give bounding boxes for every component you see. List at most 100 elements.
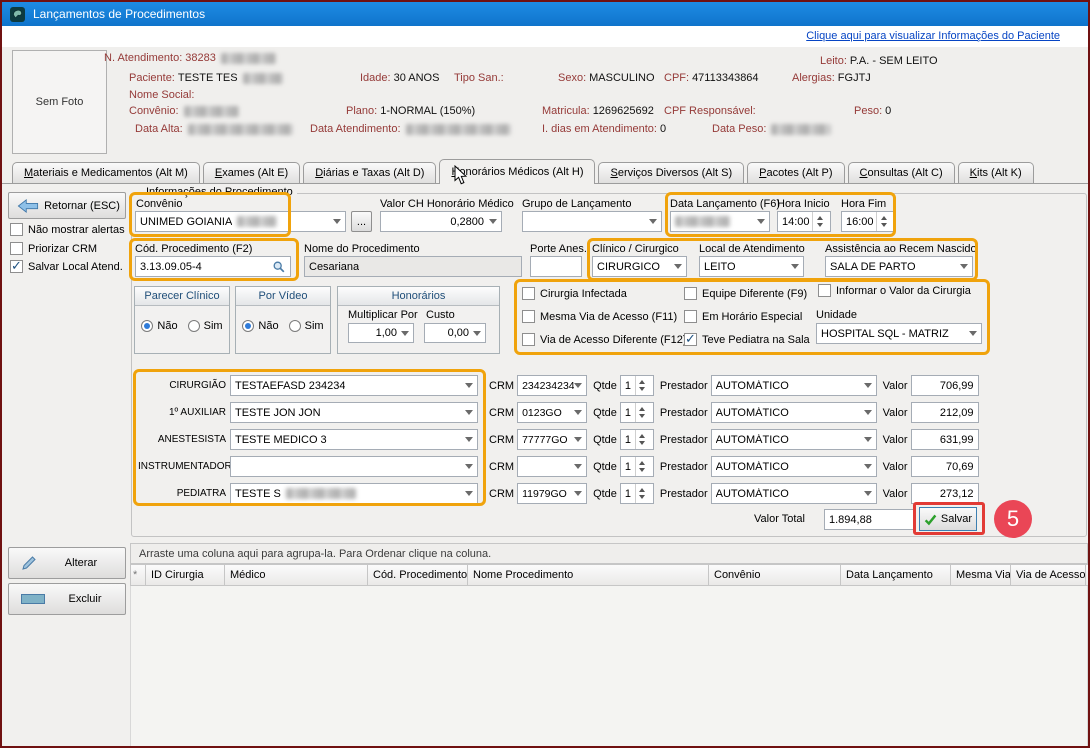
grid-col-truncated[interactable]: E <box>1086 564 1088 586</box>
team-valor-field[interactable]: 212,09 <box>911 402 979 423</box>
search-icon[interactable] <box>272 260 286 274</box>
tab-pacotes[interactable]: Pacotes (Alt P) <box>747 162 844 183</box>
porte-anes-field[interactable] <box>530 256 582 277</box>
team-qty-spinner[interactable]: 1 <box>620 375 654 396</box>
option-salvar-local-atend[interactable]: Salvar Local Atend. <box>10 260 123 273</box>
retornar-button[interactable]: Retornar (ESC) <box>8 192 126 219</box>
checkbox[interactable] <box>684 287 697 300</box>
team-prestador-combo[interactable]: AUTOMÁTICO <box>711 375 877 396</box>
check-mesma-via[interactable]: Mesma Via de Acesso (F11) <box>522 310 677 323</box>
checkbox[interactable] <box>522 333 535 346</box>
checkbox[interactable] <box>10 260 23 273</box>
team-crm-combo[interactable]: 2342342340 <box>517 375 587 396</box>
check-horario-especial[interactable]: Em Horário Especial <box>684 310 802 323</box>
team-valor-field[interactable]: 706,99 <box>911 375 979 396</box>
spinner-arrows-icon[interactable] <box>876 212 890 231</box>
spinner-arrows-icon[interactable] <box>635 403 649 422</box>
team-qty-spinner[interactable]: 1 <box>620 456 654 477</box>
checkbox[interactable] <box>10 242 23 255</box>
grid-col-via-de-acesso[interactable]: Via de Acesso <box>1011 564 1086 586</box>
tab-exames[interactable]: Exames (Alt E) <box>203 162 300 183</box>
team-prestador-combo[interactable]: AUTOMÁTICO <box>711 429 877 450</box>
radio-parecer-sim[interactable]: Sim <box>188 320 223 332</box>
convenio-combo[interactable]: UNIMED GOIANIA <box>135 211 346 232</box>
team-qty-spinner[interactable]: 1 <box>620 483 654 504</box>
team-valor-field[interactable]: 631,99 <box>911 429 979 450</box>
team-qty-spinner[interactable]: 1 <box>620 429 654 450</box>
custo-field[interactable]: 0,00 <box>424 323 486 343</box>
app-icon <box>10 7 25 22</box>
chevron-down-icon <box>574 464 582 469</box>
grid-group-band[interactable]: Arraste uma coluna aqui para agrupa-la. … <box>130 543 1088 564</box>
option-nao-mostrar-alertas[interactable]: Não mostrar alertas <box>10 223 125 236</box>
team-name-combo[interactable]: TESTAEFASD 234234 <box>230 375 478 396</box>
valor-ch-field[interactable]: 0,2800 <box>380 211 502 232</box>
unidade-combo[interactable]: HOSPITAL SQL - MATRIZ <box>816 323 982 344</box>
spinner-arrows-icon[interactable] <box>635 457 649 476</box>
tab-diarias[interactable]: Diárias e Taxas (Alt D) <box>303 162 436 183</box>
convenio-more-button[interactable]: ... <box>351 211 372 232</box>
team-crm-combo[interactable] <box>517 456 587 477</box>
tab-kits[interactable]: Kits (Alt K) <box>958 162 1034 183</box>
grid-body[interactable] <box>130 586 1088 746</box>
tab-servicos[interactable]: Serviços Diversos (Alt S) <box>598 162 744 183</box>
grid-col-id-cirurgia[interactable]: ID Cirurgia <box>146 564 225 586</box>
excluir-button[interactable]: Excluir <box>8 583 126 615</box>
clinico-cirurgico-combo[interactable]: CIRURGICO <box>592 256 687 277</box>
checkbox[interactable] <box>10 223 23 236</box>
field-sexo: Sexo:MASCULINO <box>558 72 655 84</box>
team-crm-combo[interactable]: 77777GO <box>517 429 587 450</box>
hora-fim-spinner[interactable]: 16:00 <box>841 211 895 232</box>
tab-consultas[interactable]: Consultas (Alt C) <box>848 162 955 183</box>
check-cirurgia-infectada[interactable]: Cirurgia Infectada <box>522 287 627 300</box>
spinner-arrows-icon[interactable] <box>635 484 649 503</box>
grid-col-cod-procedimento[interactable]: Cód. Procedimento <box>368 564 468 586</box>
grid-col-data-lancamento[interactable]: Data Lançamento <box>841 564 951 586</box>
patient-info-link[interactable]: Clique aqui para visualizar Informações … <box>806 30 1060 42</box>
salvar-button[interactable]: Salvar <box>919 507 977 531</box>
team-crm-combo[interactable]: 0123GO <box>517 402 587 423</box>
multiplicar-field[interactable]: 1,00 <box>348 323 414 343</box>
option-priorizar-crm[interactable]: Priorizar CRM <box>10 242 97 255</box>
assistencia-combo[interactable]: SALA DE PARTO <box>825 256 973 277</box>
team-qty-spinner[interactable]: 1 <box>620 402 654 423</box>
grid-col-nome-procedimento[interactable]: Nome Procedimento <box>468 564 709 586</box>
hora-inicio-spinner[interactable]: 14:00 <box>777 211 831 232</box>
team-prestador-combo[interactable]: AUTOMÁTICO <box>711 483 877 504</box>
chevron-down-icon <box>465 437 473 442</box>
cod-procedimento-field[interactable]: 3.13.09.05-4 <box>135 256 291 277</box>
team-name-combo[interactable]: TESTE S <box>230 483 478 504</box>
check-via-diferente[interactable]: Via de Acesso Diferente (F12) <box>522 333 687 346</box>
data-lancamento-combo[interactable] <box>670 211 770 232</box>
local-atendimento-combo[interactable]: LEITO <box>699 256 804 277</box>
team-name-combo[interactable]: TESTE MEDICO 3 <box>230 429 478 450</box>
check-equipe-diferente[interactable]: Equipe Diferente (F9) <box>684 287 807 300</box>
checkbox[interactable] <box>522 287 535 300</box>
grid-col-medico[interactable]: Médico <box>225 564 368 586</box>
grupo-lancamento-combo[interactable] <box>522 211 662 232</box>
grid-col-mesma-via[interactable]: Mesma Via de Acesso <box>951 564 1011 586</box>
team-prestador-combo[interactable]: AUTOMÁTICO <box>711 402 877 423</box>
check-teve-pediatra[interactable]: Teve Pediatra na Sala <box>684 333 810 346</box>
spinner-arrows-icon[interactable] <box>812 212 826 231</box>
checkbox[interactable] <box>684 333 697 346</box>
grid-col-convenio[interactable]: Convênio <box>709 564 841 586</box>
tab-materiais[interactable]: Materiais e Medicamentos (Alt M) <box>12 162 200 183</box>
radio-video-sim[interactable]: Sim <box>289 320 324 332</box>
field-data-peso: Data Peso: <box>712 123 831 135</box>
check-informar-valor[interactable]: Informar o Valor da Cirurgia <box>818 284 971 297</box>
checkbox[interactable] <box>522 310 535 323</box>
team-crm-combo[interactable]: 11979GO <box>517 483 587 504</box>
alterar-button[interactable]: Alterar <box>8 547 126 579</box>
spinner-arrows-icon[interactable] <box>635 430 649 449</box>
checkbox[interactable] <box>818 284 831 297</box>
checkbox[interactable] <box>684 310 697 323</box>
team-name-combo[interactable]: TESTE JON JON <box>230 402 478 423</box>
radio-video-nao[interactable]: Não <box>242 320 278 332</box>
team-valor-field[interactable]: 273,12 <box>911 483 979 504</box>
team-name-combo[interactable] <box>230 456 478 477</box>
team-valor-field[interactable]: 70,69 <box>911 456 979 477</box>
spinner-arrows-icon[interactable] <box>635 376 649 395</box>
radio-parecer-nao[interactable]: Não <box>141 320 177 332</box>
team-prestador-combo[interactable]: AUTOMÁTICO <box>711 456 877 477</box>
